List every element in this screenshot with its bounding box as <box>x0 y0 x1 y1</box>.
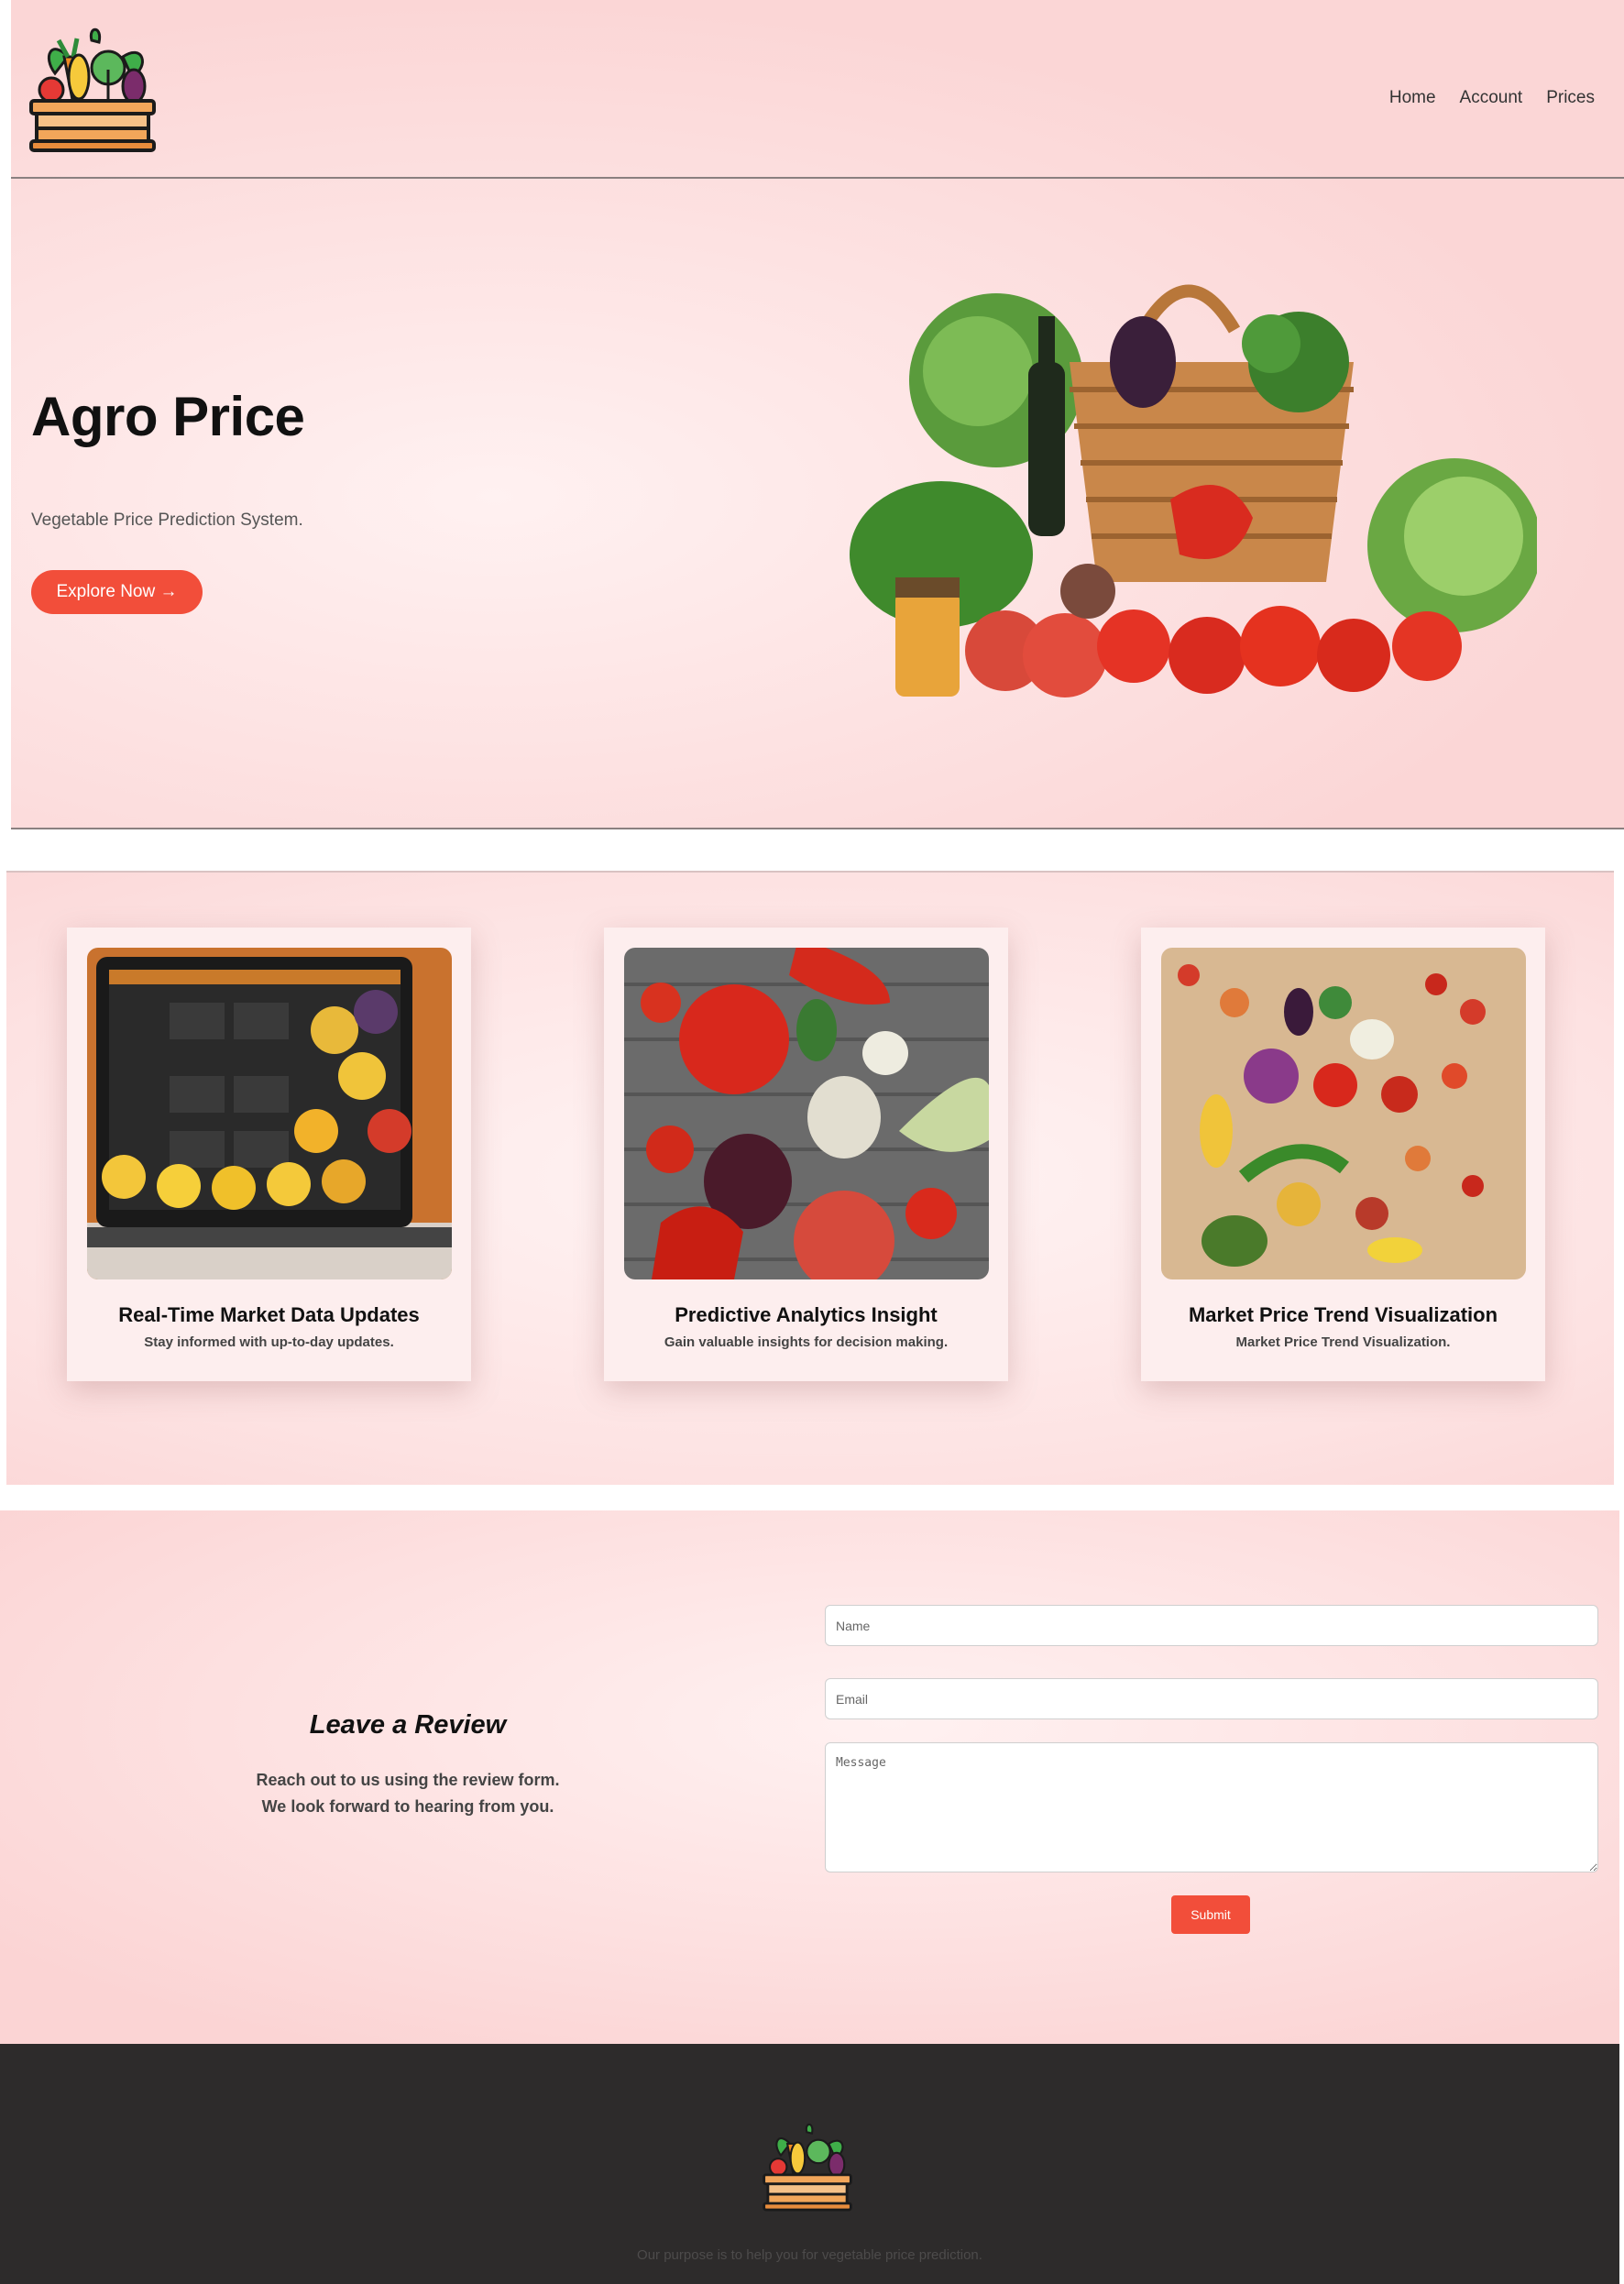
message-field[interactable] <box>825 1742 1598 1872</box>
nav-home-link[interactable]: Home <box>1389 88 1436 108</box>
site-header: Home Account Prices <box>11 0 1624 179</box>
tomatoes-on-wood-image <box>624 948 989 1279</box>
submit-button[interactable]: Submit <box>1171 1895 1250 1934</box>
nav-prices-link[interactable]: Prices <box>1546 88 1595 108</box>
nav-account-link[interactable]: Account <box>1460 88 1523 108</box>
review-line-2: We look forward to hearing from you. <box>261 1797 554 1816</box>
vegetable-crate-logo-icon <box>763 2123 852 2212</box>
feature-title: Real-Time Market Data Updates <box>118 1303 420 1326</box>
feature-card[interactable]: Predictive Analytics Insight Gain valuab… <box>604 928 1008 1381</box>
vegetable-basket-image <box>850 284 1537 697</box>
review-title: Leave a Review <box>309 1710 507 1740</box>
vegetable-crate-logo-icon[interactable] <box>24 20 161 156</box>
site-footer: Our purpose is to help you for vegetable… <box>0 2044 1619 2284</box>
main-nav: Home Account Prices <box>1389 88 1595 108</box>
review-description: Reach out to us using the review form. W… <box>225 1767 591 1820</box>
review-section: Leave a Review Reach out to us using the… <box>0 1510 1619 2044</box>
feature-description: Gain valuable insights for decision maki… <box>664 1334 949 1350</box>
explore-now-button[interactable]: Explore Now → <box>31 570 203 614</box>
feature-title: Predictive Analytics Insight <box>675 1303 938 1326</box>
feature-description: Market Price Trend Visualization. <box>1235 1334 1451 1350</box>
name-field[interactable] <box>825 1605 1598 1646</box>
hero-section: Home Account Prices Agro Price Vegetable… <box>11 0 1624 829</box>
vegetables-spread-image <box>1161 948 1526 1279</box>
feature-card[interactable]: Market Price Trend Visualization Market … <box>1141 928 1545 1381</box>
review-line-1: Reach out to us using the review form. <box>256 1771 560 1789</box>
laptop-market-dashboard-image <box>87 948 452 1279</box>
feature-title: Market Price Trend Visualization <box>1188 1303 1498 1326</box>
hero-subtitle: Vegetable Price Prediction System. <box>31 511 303 530</box>
footer-tagline: Our purpose is to help you for vegetable… <box>637 2247 982 2263</box>
features-section: Real-Time Market Data Updates Stay infor… <box>6 871 1614 1485</box>
feature-description: Stay informed with up-to-day updates. <box>144 1334 394 1350</box>
page-title: Agro Price <box>31 386 305 447</box>
feature-card[interactable]: Real-Time Market Data Updates Stay infor… <box>67 928 471 1381</box>
email-field[interactable] <box>825 1678 1598 1719</box>
